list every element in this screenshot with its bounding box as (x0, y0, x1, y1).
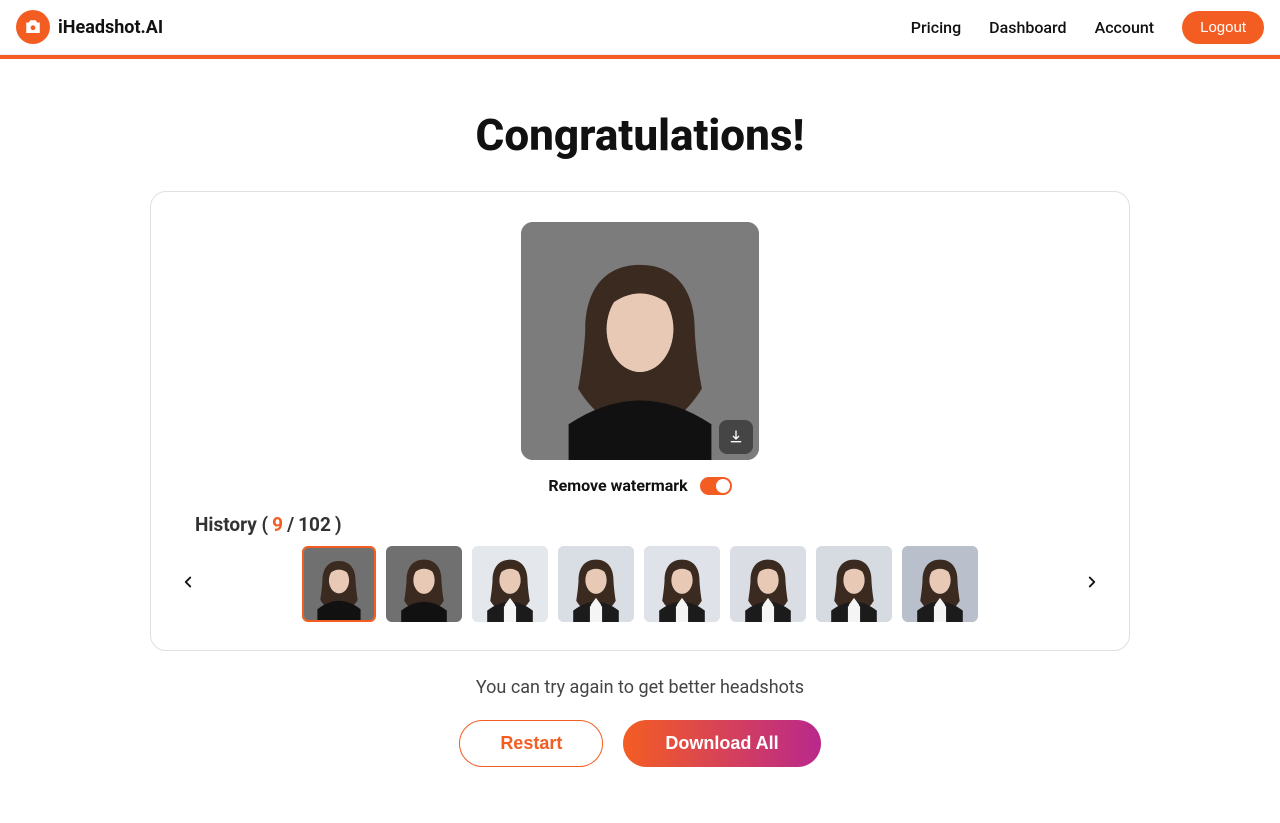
download-icon (728, 429, 744, 445)
main: Congratulations! Remove watermark (130, 59, 1150, 807)
chevron-right-icon (1083, 573, 1101, 591)
thumbs (199, 546, 1081, 622)
camera-icon (16, 10, 50, 44)
watermark-toggle[interactable] (700, 477, 732, 495)
history-label: History (9/102) (173, 513, 1107, 536)
watermark-row: Remove watermark (173, 476, 1107, 495)
result-card: Remove watermark History (9/102) (150, 191, 1130, 651)
nav-pricing[interactable]: Pricing (911, 18, 961, 37)
history-thumb[interactable] (472, 546, 548, 622)
history-thumb[interactable] (386, 546, 462, 622)
download-button[interactable] (719, 420, 753, 454)
tip-text: You can try again to get better headshot… (150, 677, 1130, 698)
page-title: Congratulations! (150, 109, 1130, 161)
download-all-button[interactable]: Download All (623, 720, 820, 767)
watermark-label: Remove watermark (548, 476, 687, 495)
main-image-wrap (521, 222, 759, 460)
logout-button[interactable]: Logout (1182, 11, 1264, 44)
carousel-prev[interactable] (177, 573, 199, 595)
chevron-left-icon (179, 573, 197, 591)
history-carousel (173, 546, 1107, 622)
history-thumb[interactable] (902, 546, 978, 622)
actions: Restart Download All (150, 720, 1130, 767)
history-thumb[interactable] (644, 546, 720, 622)
nav: Pricing Dashboard Account Logout (911, 11, 1264, 44)
carousel-next[interactable] (1081, 573, 1103, 595)
history-thumb[interactable] (558, 546, 634, 622)
restart-button[interactable]: Restart (459, 720, 603, 767)
logo[interactable]: iHeadshot.AI (16, 10, 163, 44)
nav-dashboard[interactable]: Dashboard (989, 18, 1066, 37)
header: iHeadshot.AI Pricing Dashboard Account L… (0, 0, 1280, 55)
nav-account[interactable]: Account (1095, 18, 1155, 37)
history-thumb[interactable] (816, 546, 892, 622)
history-thumb[interactable] (730, 546, 806, 622)
brand-text: iHeadshot.AI (58, 17, 163, 38)
history-thumb[interactable] (302, 546, 376, 622)
